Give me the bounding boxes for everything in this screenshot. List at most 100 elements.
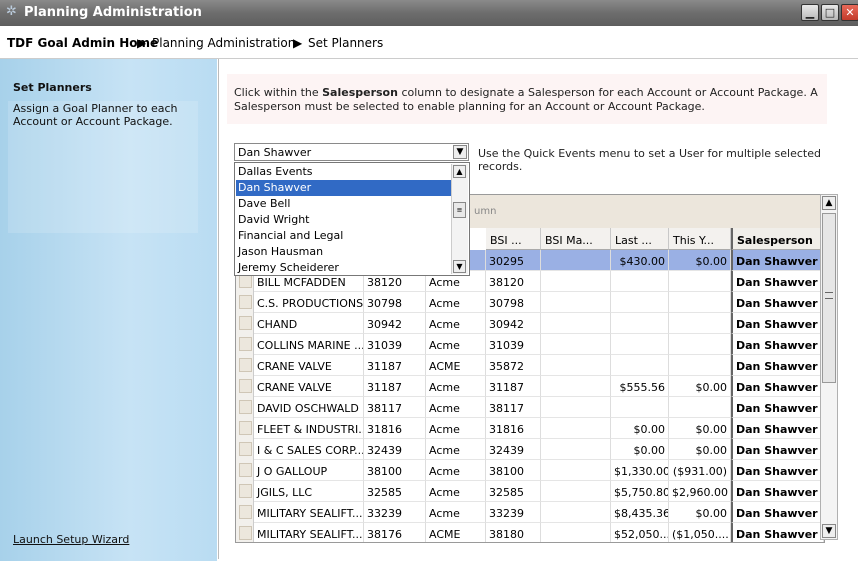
table-row[interactable]: COLLINS MARINE ... 31039 Acme 31039 Dan Shaw… bbox=[236, 334, 824, 355]
cell-num: 33239 bbox=[364, 502, 426, 523]
row-selector-icon bbox=[239, 400, 252, 414]
cell-bsim bbox=[541, 376, 611, 397]
row-selector[interactable] bbox=[236, 355, 254, 376]
cell-sp[interactable]: Dan Shawver bbox=[731, 292, 824, 313]
table-row[interactable]: DAVID OSCHWALD 38117 Acme 38117 Dan Shawver bbox=[236, 397, 824, 418]
dropdown-option[interactable]: David Wright bbox=[236, 212, 453, 228]
dropdown-option[interactable]: Jeremy Scheiderer bbox=[236, 260, 453, 276]
cell-bsim bbox=[541, 313, 611, 334]
close-button[interactable]: ✕ bbox=[841, 4, 858, 21]
salesperson-select-value: Dan Shawver bbox=[238, 146, 312, 159]
cell-bsim bbox=[541, 523, 611, 542]
column-header-this-year[interactable]: This Y... bbox=[669, 228, 731, 250]
scroll-up-icon[interactable]: ▲ bbox=[453, 165, 466, 178]
cell-sp[interactable]: Dan Shawver bbox=[731, 271, 824, 292]
cell-last: $0.00 bbox=[611, 439, 669, 460]
table-row[interactable]: J O GALLOUP 38100 Acme 38100 $1,330.00 ($931.… bbox=[236, 460, 824, 481]
cell-bsim bbox=[541, 439, 611, 460]
cell-last: $52,050.... bbox=[611, 523, 669, 542]
dropdown-option[interactable]: Financial and Legal bbox=[236, 228, 453, 244]
minimize-button[interactable]: ▁ bbox=[801, 4, 819, 21]
chevron-down-icon[interactable]: ▼ bbox=[453, 145, 467, 159]
row-selector[interactable] bbox=[236, 523, 254, 542]
grid-scrollbar[interactable]: ▲ ▼ bbox=[820, 194, 838, 540]
breadcrumb-planning-administration[interactable]: Planning Administration bbox=[152, 36, 295, 50]
cell-this: $0.00 bbox=[669, 502, 731, 523]
row-selector[interactable] bbox=[236, 376, 254, 397]
row-selector[interactable] bbox=[236, 481, 254, 502]
salesperson-select[interactable]: Dan Shawver ▼ bbox=[234, 143, 469, 161]
table-row[interactable]: CRANE VALVE 31187 ACME 35872 Dan Shawver bbox=[236, 355, 824, 376]
row-selector-icon bbox=[239, 442, 252, 456]
cell-sp[interactable]: Dan Shawver bbox=[731, 418, 824, 439]
cell-name: MILITARY SEALIFT... bbox=[254, 502, 364, 523]
cell-this: $0.00 bbox=[669, 418, 731, 439]
dropdown-option[interactable]: Dallas Events bbox=[236, 164, 453, 180]
scroll-down-icon[interactable]: ▼ bbox=[453, 260, 466, 273]
row-selector-icon bbox=[239, 274, 252, 288]
column-header-bsi-ma[interactable]: BSI Ma... bbox=[541, 228, 611, 250]
cell-sp[interactable]: Dan Shawver bbox=[731, 523, 824, 542]
row-selector-icon bbox=[239, 463, 252, 477]
row-selector-icon bbox=[239, 505, 252, 519]
row-selector[interactable] bbox=[236, 502, 254, 523]
row-selector[interactable] bbox=[236, 334, 254, 355]
cell-sp[interactable]: Dan Shawver bbox=[731, 376, 824, 397]
cell-num: 30798 bbox=[364, 292, 426, 313]
sidebar-description: Assign a Goal Planner to each Account or… bbox=[13, 102, 178, 128]
table-row[interactable]: CRANE VALVE 31187 Acme 31187 $555.56 $0.00 Dan… bbox=[236, 376, 824, 397]
row-selector[interactable] bbox=[236, 397, 254, 418]
cell-sp[interactable]: Dan Shawver bbox=[731, 460, 824, 481]
cell-num: 32585 bbox=[364, 481, 426, 502]
cell-last: $5,750.80 bbox=[611, 481, 669, 502]
launch-setup-wizard-link[interactable]: Launch Setup Wizard bbox=[13, 533, 129, 546]
column-header-last[interactable]: Last ... bbox=[611, 228, 669, 250]
row-selector[interactable] bbox=[236, 418, 254, 439]
cell-sp[interactable]: Dan Shawver bbox=[731, 355, 824, 376]
table-row[interactable]: FLEET & INDUSTRI... 31816 Acme 31816 $0.00 $0… bbox=[236, 418, 824, 439]
dropdown-option[interactable]: Jason Hausman bbox=[236, 244, 453, 260]
dropdown-scrollbar[interactable]: ▲ ≡ ▼ bbox=[451, 164, 468, 274]
cell-sp[interactable]: Dan Shawver bbox=[731, 502, 824, 523]
table-row[interactable]: I & C SALES CORP... 32439 Acme 32439 $0.00 $0… bbox=[236, 439, 824, 460]
cell-sp[interactable]: Dan Shawver bbox=[731, 250, 824, 271]
salesperson-dropdown-list[interactable]: Dallas Events Dan Shawver Dave Bell David W… bbox=[234, 162, 470, 276]
column-header-bsi[interactable]: BSI ... bbox=[486, 228, 541, 250]
sidebar: Set Planners Assign a Goal Planner to ea… bbox=[0, 59, 217, 561]
dropdown-option[interactable]: Dan Shawver bbox=[236, 180, 453, 196]
cell-bsim bbox=[541, 502, 611, 523]
column-header-salesperson[interactable]: Salesperson bbox=[731, 228, 824, 250]
dropdown-option[interactable]: Dave Bell bbox=[236, 196, 453, 212]
cell-co: Acme bbox=[426, 397, 486, 418]
table-row[interactable]: CHAND 30942 Acme 30942 Dan Shawver bbox=[236, 313, 824, 334]
breadcrumb-home-link[interactable]: TDF Goal Admin Home bbox=[7, 36, 158, 50]
cell-sp[interactable]: Dan Shawver bbox=[731, 313, 824, 334]
dropdown-scroll-thumb[interactable]: ≡ bbox=[453, 202, 466, 218]
cell-sp[interactable]: Dan Shawver bbox=[731, 334, 824, 355]
cell-bsi: 38180 bbox=[486, 523, 541, 542]
cell-this: $0.00 bbox=[669, 376, 731, 397]
table-row[interactable]: MILITARY SEALIFT... 33239 Acme 33239 $8,435.… bbox=[236, 502, 824, 523]
breadcrumb-separator-icon: ▶ bbox=[137, 36, 147, 50]
table-row[interactable]: MILITARY SEALIFT... 38176 ACME 38180 $52,050… bbox=[236, 523, 824, 542]
scroll-thumb[interactable] bbox=[822, 213, 836, 383]
cell-name: JGILS, LLC bbox=[254, 481, 364, 502]
maximize-button[interactable]: □ bbox=[821, 4, 839, 21]
cell-this bbox=[669, 271, 731, 292]
cell-num: 38117 bbox=[364, 397, 426, 418]
scroll-down-icon[interactable]: ▼ bbox=[822, 524, 836, 538]
table-row[interactable]: JGILS, LLC 32585 Acme 32585 $5,750.80 $2,960.… bbox=[236, 481, 824, 502]
cell-sp[interactable]: Dan Shawver bbox=[731, 439, 824, 460]
cell-name: C.S. PRODUCTIONS bbox=[254, 292, 364, 313]
cell-co: Acme bbox=[426, 502, 486, 523]
cell-sp[interactable]: Dan Shawver bbox=[731, 481, 824, 502]
row-selector[interactable] bbox=[236, 439, 254, 460]
scroll-up-icon[interactable]: ▲ bbox=[822, 196, 836, 210]
row-selector[interactable] bbox=[236, 313, 254, 334]
table-row[interactable]: C.S. PRODUCTIONS 30798 Acme 30798 Dan Shawve… bbox=[236, 292, 824, 313]
row-selector[interactable] bbox=[236, 292, 254, 313]
cell-name: COLLINS MARINE ... bbox=[254, 334, 364, 355]
row-selector[interactable] bbox=[236, 460, 254, 481]
cell-sp[interactable]: Dan Shawver bbox=[731, 397, 824, 418]
cell-name: CRANE VALVE bbox=[254, 376, 364, 397]
